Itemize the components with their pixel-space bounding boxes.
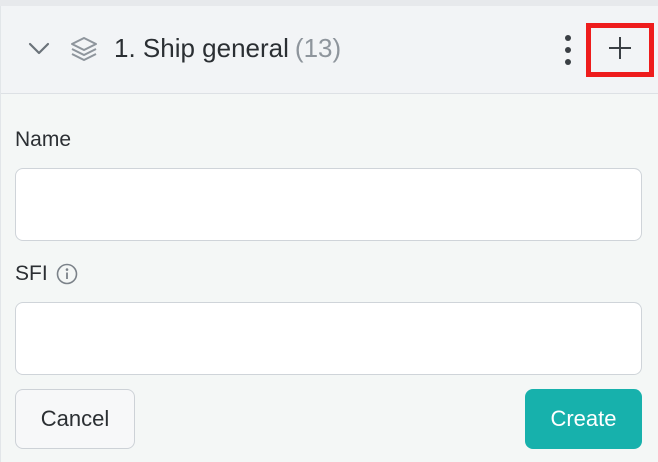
- plus-icon: [607, 35, 633, 66]
- cancel-button[interactable]: Cancel: [15, 389, 135, 449]
- layers-icon: [69, 34, 99, 64]
- group-title: 1. Ship general (13): [114, 33, 341, 64]
- group-panel: 1. Ship general (13) Name SFI Cancel Cre…: [0, 6, 658, 462]
- sfi-label-row: SFI: [15, 262, 78, 286]
- group-title-text: 1. Ship general: [114, 33, 289, 63]
- sfi-field-container: [15, 302, 642, 375]
- info-icon[interactable]: [56, 263, 78, 285]
- name-input[interactable]: [16, 169, 641, 240]
- more-vertical-icon[interactable]: [558, 32, 578, 68]
- add-item-button[interactable]: [586, 23, 654, 77]
- create-button[interactable]: Create: [525, 389, 642, 449]
- group-header: 1. Ship general (13): [1, 6, 658, 94]
- name-field-container: [15, 168, 642, 241]
- sfi-label: SFI: [15, 262, 48, 285]
- group-count: (13): [294, 33, 342, 63]
- sfi-input[interactable]: [16, 303, 641, 374]
- name-label: Name: [15, 128, 72, 151]
- chevron-down-icon[interactable]: [27, 36, 51, 60]
